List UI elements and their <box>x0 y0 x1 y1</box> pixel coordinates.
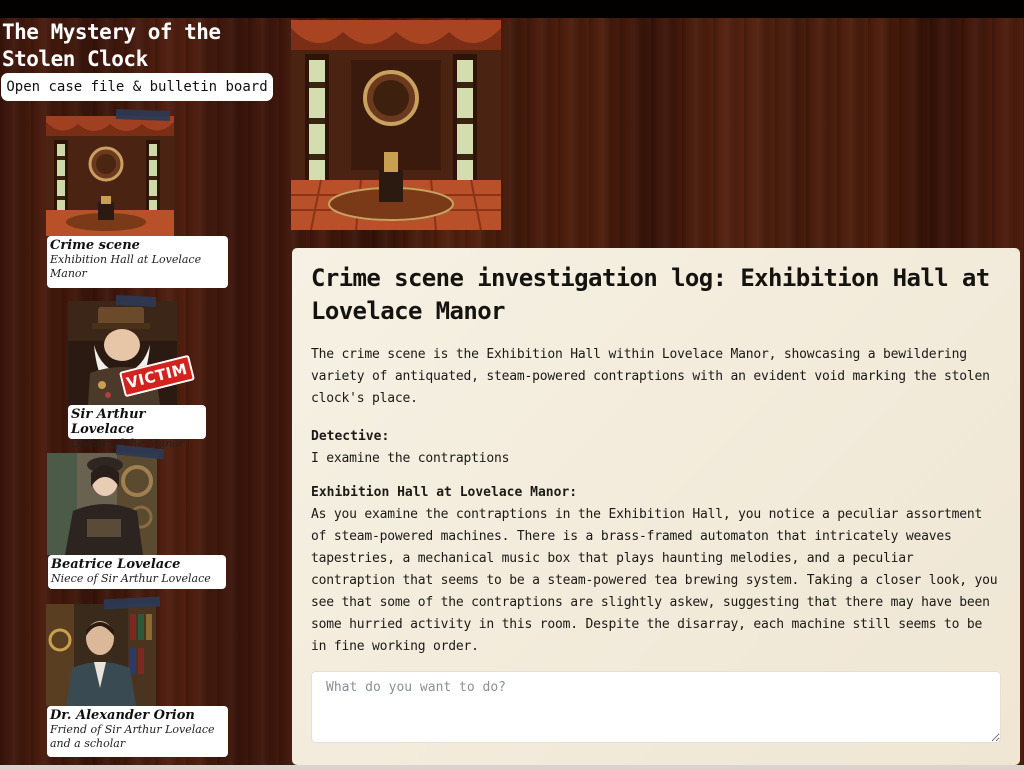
tape-strip <box>115 294 157 308</box>
card-subtitle: Friend of Sir Arthur Lovelace and a scho… <box>50 723 215 750</box>
open-case-file-button[interactable]: Open case file & bulletin board <box>1 73 273 101</box>
action-input[interactable] <box>311 671 1001 743</box>
card-caption: Crime scene Exhibition Hall at Lovelace … <box>47 236 228 288</box>
game-title: The Mystery of the Stolen Clock <box>2 20 221 71</box>
beatrice-portrait[interactable] <box>47 453 157 555</box>
tape-strip <box>115 109 171 121</box>
entry-speaker: Exhibition Hall at Lovelace Manor: <box>311 485 578 500</box>
card-name: Beatrice Lovelace <box>51 557 181 572</box>
log-entry-detective: Detective: I examine the contraptions <box>311 426 1000 470</box>
card-name: Crime scene <box>50 238 140 253</box>
log-entry-exhibition-hall: Exhibition Hall at Lovelace Manor: As yo… <box>311 482 1000 658</box>
alexander-orion-portrait[interactable] <box>46 604 156 706</box>
card-caption: Dr. Alexander Orion Friend of Sir Arthur… <box>47 706 228 757</box>
card-subtitle: Niece of Sir Arthur Lovelace <box>51 572 211 585</box>
window-bottom-edge <box>0 765 1024 769</box>
card-caption: Beatrice Lovelace Niece of Sir Arthur Lo… <box>48 555 226 589</box>
card-caption: Sir Arthur Lovelace Owner of the Manor <box>68 405 206 450</box>
entry-text: As you examine the contraptions in the E… <box>311 507 998 654</box>
card-name: Sir Arthur Lovelace <box>71 407 146 437</box>
window-top-bar <box>0 0 1024 18</box>
log-intro: The crime scene is the Exhibition Hall w… <box>311 347 990 406</box>
card-name: Dr. Alexander Orion <box>50 708 195 723</box>
card-subtitle: Exhibition Hall at Lovelace Manor <box>50 253 202 280</box>
log-title: Crime scene investigation log: Exhibitio… <box>311 264 990 325</box>
crime-scene-thumbnail[interactable] <box>46 116 174 236</box>
entry-text: I examine the contraptions <box>311 451 510 466</box>
entry-speaker: Detective: <box>311 429 390 444</box>
scene-hero-image <box>291 20 501 230</box>
investigation-log-panel: Crime scene investigation log: Exhibitio… <box>292 248 1020 765</box>
